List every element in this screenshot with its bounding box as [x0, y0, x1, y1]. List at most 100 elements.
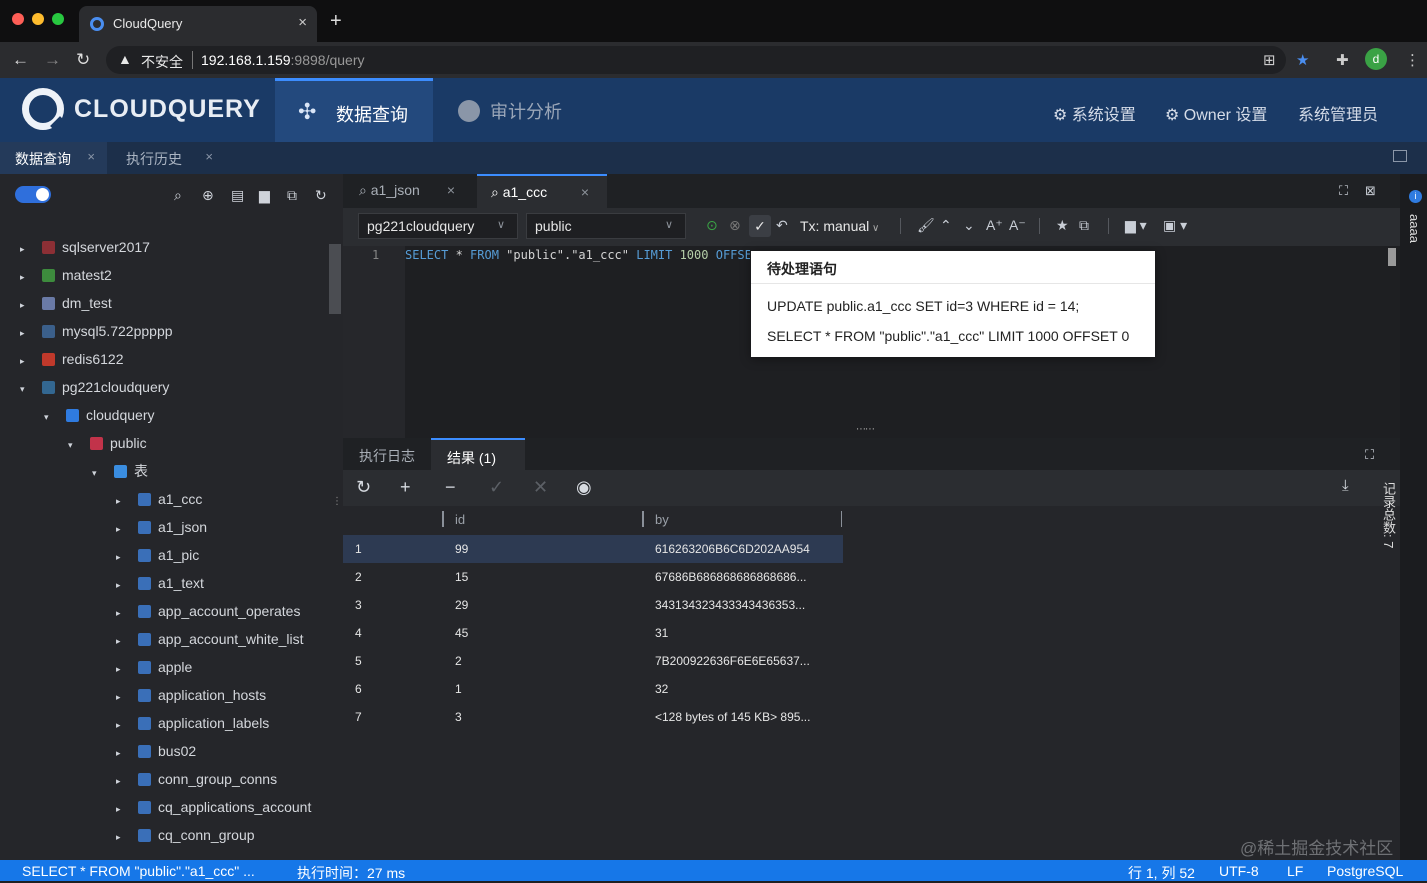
- tx-mode-dropdown[interactable]: Tx: manual ∨: [800, 218, 879, 234]
- folder-icon[interactable]: ▆: [259, 187, 270, 204]
- table-row[interactable]: 1 99 616263206B6C6D202AA954: [343, 535, 843, 563]
- rollback-icon[interactable]: ↶: [776, 217, 788, 234]
- table-cell[interactable]: 32: [655, 682, 668, 696]
- column-divider[interactable]: [841, 511, 842, 527]
- reload-icon[interactable]: ↻: [76, 50, 90, 70]
- caret-right-icon[interactable]: ▸: [116, 515, 126, 543]
- info-badge-icon[interactable]: i: [1409, 190, 1422, 203]
- table-cell[interactable]: 343134323433343436353...: [655, 598, 805, 612]
- collapse-all-icon[interactable]: ⧉: [287, 187, 297, 204]
- tab-exec-history[interactable]: 执行历史 ×: [111, 142, 225, 174]
- refresh-icon[interactable]: ↻: [315, 187, 327, 204]
- browser-tab[interactable]: CloudQuery ×: [79, 6, 317, 42]
- caret-down-icon[interactable]: ▾: [68, 431, 78, 459]
- connection-select[interactable]: pg221cloudquery ∨: [358, 213, 518, 239]
- commit-check-icon[interactable]: ✓: [749, 215, 771, 237]
- caret-right-icon[interactable]: ▸: [116, 739, 126, 767]
- close-tab-icon[interactable]: ×: [298, 14, 307, 31]
- column-divider[interactable]: [442, 511, 444, 527]
- side-panel-label[interactable]: aaaa: [1407, 214, 1422, 243]
- maximize-window-dot[interactable]: [52, 13, 64, 25]
- refresh-results-icon[interactable]: ↻: [356, 477, 371, 498]
- table-cell[interactable]: 99: [455, 542, 468, 556]
- tree-node[interactable]: ▸ a1_text: [116, 569, 204, 597]
- nav-data-query[interactable]: ✣ 数据查询: [275, 78, 433, 142]
- delete-row-icon[interactable]: −: [445, 477, 456, 498]
- column-header-by[interactable]: by: [655, 512, 669, 527]
- owner-settings-link[interactable]: ⚙ Owner 设置: [1165, 101, 1267, 125]
- tab-exec-log[interactable]: 执行日志: [343, 438, 431, 470]
- save-icon[interactable]: ▣ ▾: [1163, 217, 1187, 234]
- table-row[interactable]: 3 29 343134323433343436353...: [343, 591, 843, 619]
- bookmark-star-icon[interactable]: ★: [1296, 51, 1309, 69]
- table-cell[interactable]: 1: [455, 682, 462, 696]
- status-language[interactable]: PostgreSQL: [1327, 863, 1403, 879]
- tree-node[interactable]: ▾ 表: [92, 457, 148, 485]
- table-cell[interactable]: 29: [455, 598, 468, 612]
- tree-node[interactable]: ▸ app_account_operates: [116, 597, 300, 625]
- nav-audit-analysis[interactable]: 审计分析: [458, 98, 562, 124]
- table-cell[interactable]: 616263206B6C6D202AA954: [655, 542, 810, 556]
- search-icon[interactable]: ⌕: [174, 187, 182, 204]
- stop-icon[interactable]: ⊗: [729, 217, 741, 234]
- caret-right-icon[interactable]: ▸: [116, 655, 126, 683]
- add-row-icon[interactable]: +: [400, 477, 411, 498]
- system-settings-link[interactable]: ⚙ 系统设置: [1053, 101, 1136, 125]
- tree-node[interactable]: ▸ cq_applications_account: [116, 793, 311, 821]
- panel-toggle-switch[interactable]: [15, 186, 51, 203]
- browser-menu-icon[interactable]: ⋮: [1405, 51, 1420, 69]
- tab-a1-ccc[interactable]: ⌕ a1_ccc ×: [477, 174, 607, 208]
- editor-scrollbar[interactable]: [1388, 248, 1396, 266]
- font-decrease-icon[interactable]: A⁻: [1009, 217, 1026, 234]
- table-cell[interactable]: 2: [455, 654, 462, 668]
- caret-right-icon[interactable]: ▸: [20, 263, 30, 291]
- font-increase-icon[interactable]: A⁺: [986, 217, 1003, 234]
- copy-icon[interactable]: ⧉: [1079, 217, 1089, 234]
- tree-node[interactable]: ▸ apple: [116, 653, 192, 681]
- caret-right-icon[interactable]: ▸: [116, 599, 126, 627]
- close-icon[interactable]: ×: [205, 149, 213, 164]
- caret-down-icon[interactable]: ▾: [92, 459, 102, 487]
- table-row[interactable]: 5 2 7B200922636F6E6E65637...: [343, 647, 843, 675]
- tree-node[interactable]: ▾ pg221cloudquery: [20, 373, 169, 401]
- caret-right-icon[interactable]: ▸: [116, 487, 126, 515]
- tree-node[interactable]: ▸ a1_ccc: [116, 485, 202, 513]
- close-icon[interactable]: ×: [447, 182, 455, 198]
- caret-right-icon[interactable]: ▸: [116, 767, 126, 795]
- table-cell[interactable]: 31: [655, 626, 668, 640]
- caret-down-icon[interactable]: ▾: [44, 403, 54, 431]
- caret-down-icon[interactable]: ▾: [20, 375, 30, 403]
- table-row[interactable]: 6 1 32: [343, 675, 843, 703]
- tree-node[interactable]: ▸ mysql5.722ppppp: [20, 317, 173, 345]
- tree-node[interactable]: ▸ a1_pic: [116, 541, 199, 569]
- expand-down-icon[interactable]: ⌄: [963, 217, 975, 234]
- system-admin-menu[interactable]: 系统管理员: [1298, 101, 1378, 125]
- add-connection-icon[interactable]: ⊕: [202, 187, 214, 204]
- splitter-handle-icon[interactable]: ⋯⋯: [856, 424, 875, 435]
- table-cell[interactable]: 45: [455, 626, 468, 640]
- url-field[interactable]: ▲ 不安全 192.168.1.159:9898/query: [106, 46, 1286, 74]
- format-brush-icon[interactable]: 🖌: [917, 217, 935, 234]
- status-encoding[interactable]: UTF-8: [1219, 863, 1259, 879]
- collapse-up-icon[interactable]: ⌃: [940, 217, 952, 234]
- close-icon[interactable]: ×: [581, 184, 589, 200]
- favorite-star-icon[interactable]: ★: [1056, 217, 1069, 234]
- close-icon[interactable]: ×: [87, 149, 95, 164]
- caret-right-icon[interactable]: ▸: [20, 235, 30, 263]
- view-eye-icon[interactable]: ◉: [576, 477, 592, 498]
- tree-node[interactable]: ▸ application_hosts: [116, 681, 266, 709]
- status-eol[interactable]: LF: [1287, 863, 1303, 879]
- cancel-edit-icon[interactable]: ✕: [533, 477, 548, 498]
- back-arrow-icon[interactable]: ←: [12, 50, 29, 70]
- tree-node[interactable]: ▸ conn_group_conns: [116, 765, 277, 793]
- fullscreen-results-icon[interactable]: ⛶: [1365, 447, 1374, 463]
- close-all-tabs-icon[interactable]: [1393, 150, 1407, 162]
- sql-code-line[interactable]: SELECT * FROM "public"."a1_ccc" LIMIT 10…: [405, 248, 750, 262]
- translate-icon[interactable]: ⊞: [1263, 51, 1276, 69]
- caret-right-icon[interactable]: ▸: [20, 319, 30, 347]
- caret-right-icon[interactable]: ▸: [116, 571, 126, 599]
- caret-right-icon[interactable]: ▸: [116, 543, 126, 571]
- open-folder-icon[interactable]: ▆ ▾: [1125, 217, 1147, 234]
- minimize-window-dot[interactable]: [32, 13, 44, 25]
- fullscreen-icon[interactable]: ⛶: [1339, 183, 1348, 199]
